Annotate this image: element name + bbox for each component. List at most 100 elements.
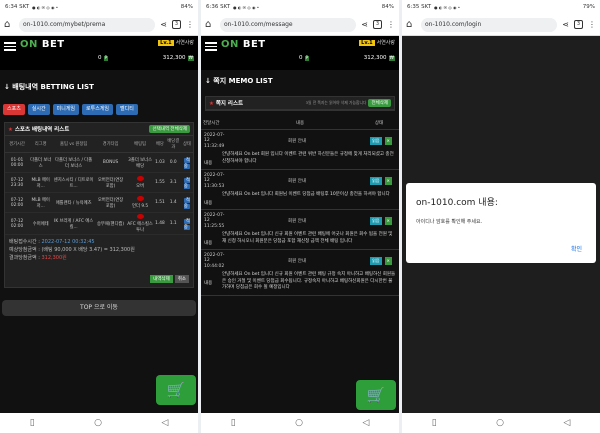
home-icon[interactable]: ⌂ xyxy=(4,19,14,30)
more-menu-icon[interactable]: ⋮ xyxy=(588,20,596,29)
browser-toolbar: ⌂ on-1010.com/login ⋖ 3 ⋮ xyxy=(402,14,600,36)
points-value: 0P xyxy=(299,55,310,61)
scroll-top-button[interactable]: TOP 으로 이동 xyxy=(2,300,196,316)
status-badge[interactable]: 적중 xyxy=(183,157,190,169)
back-icon[interactable]: ◁ xyxy=(362,418,369,428)
memo-title[interactable]: 회원 안내 xyxy=(228,138,366,144)
tabs-icon[interactable]: 3 xyxy=(373,20,382,29)
site-header: ON BET Lv.1 서연사랑 0P 312,300 ₩ xyxy=(0,36,198,70)
delete-history-button[interactable]: 내역삭제 xyxy=(150,275,173,283)
cancel-button[interactable]: 취소 xyxy=(174,275,189,283)
cart-icon[interactable]: 🛒 xyxy=(156,375,196,405)
tab-live[interactable]: 실시간 xyxy=(27,104,50,115)
status-icons: ● ◐ ✉ ◎ ◉ • xyxy=(233,4,260,10)
column-header: 배당결과 xyxy=(165,136,181,153)
status-badge[interactable]: 적중 xyxy=(183,197,190,209)
battery-level: 79% xyxy=(582,4,595,10)
tab-lotus[interactable]: 로투스게임 xyxy=(82,104,114,115)
memo-body-label: 내용 xyxy=(204,201,213,206)
dialog-title: on-1010.com 내용: xyxy=(416,198,498,208)
memo-item[interactable]: 2022-07-12 11:30:53 회원 안내 읽음 ✕ 내용 안녕하세요 On be… xyxy=(201,170,399,210)
memo-item[interactable]: 2022-07-12 10:44:02 회원 안내 읽음 ✕ 내용 안녕하세요 On be… xyxy=(201,250,399,296)
tab-other[interactable]: 벨디티 xyxy=(116,104,138,115)
back-icon[interactable]: ◁ xyxy=(563,418,570,428)
recent-apps-icon[interactable]: ▯ xyxy=(231,418,236,428)
site-logo[interactable]: ON BET xyxy=(20,39,65,50)
bet-summary: 배팅접수시간 : 2022-07-12 00:32:45 예상당첨금액 : (배… xyxy=(9,239,135,261)
cell-teams: 센지스시티 / 디트로이트... xyxy=(52,172,95,193)
memo-title[interactable]: 회원 안내 xyxy=(228,178,366,184)
column-header: 배팅팀 xyxy=(126,136,155,153)
tabs-icon[interactable]: 3 xyxy=(574,20,583,29)
star-icon: ★ xyxy=(8,127,13,133)
cell-status: 적중 xyxy=(180,172,193,193)
tab-sports[interactable]: 스포츠 xyxy=(3,104,25,115)
game-tabs: 스포츠 실시간 미니게임 로투스게임 벨디티 xyxy=(0,104,198,115)
table-row: 01-01 00:00 다폴더 보너스 다폴더 보너스 / 다폴더 보너스 BO… xyxy=(5,152,193,173)
tabs-icon[interactable]: 3 xyxy=(172,20,181,29)
memo-body: 안녕하세요 On bet 입니다 신규 회원 이벤트 관련 배팅에 어긋나 회원… xyxy=(222,232,393,244)
memo-title[interactable]: 회원 안내 xyxy=(228,258,366,264)
hamburger-menu-icon[interactable] xyxy=(4,42,16,53)
memo-body: 안녕하세요 On bet 입니다 신규 회원 이벤트 관련 배팅 규정 숙지 아… xyxy=(222,272,396,290)
cell-pick: 오버 xyxy=(126,172,155,193)
hamburger-menu-icon[interactable] xyxy=(205,42,217,53)
address-bar[interactable]: on-1010.com/message xyxy=(220,17,357,32)
home-circle-icon[interactable]: ○ xyxy=(295,418,303,428)
delete-icon[interactable]: ✕ xyxy=(384,137,392,145)
delete-icon[interactable]: ✕ xyxy=(384,257,392,265)
alert-dialog: on-1010.com 내용: 아이디나 암호를 확인해 주세요. 확인 xyxy=(406,183,596,263)
delete-all-button[interactable]: 전체삭제 xyxy=(368,99,391,107)
cell-odd: 1.55 xyxy=(154,172,166,193)
cell-pick: 3폴더 보너스배당 xyxy=(126,152,155,173)
memo-item[interactable]: 2022-07-12 11:32:49 회원 안내 읽음 ✕ 내용 안녕하세요 On be… xyxy=(201,130,399,170)
more-menu-icon[interactable]: ⋮ xyxy=(186,20,194,29)
home-icon[interactable]: ⌂ xyxy=(205,19,215,30)
memo-date: 2022-07-12 11:32:49 xyxy=(204,132,225,149)
status-bar: 6:36 SKT ● ◐ ✉ ◎ ◉ • 84% xyxy=(201,0,399,14)
android-nav-bar: ▯ ○ ◁ xyxy=(0,413,198,433)
status-badge[interactable]: 적중 xyxy=(183,177,190,189)
cell-result: 3.1 xyxy=(165,172,181,193)
status-badge[interactable]: 적중 xyxy=(183,218,190,230)
status-time: 6:34 SKT xyxy=(5,4,30,10)
home-circle-icon[interactable]: ○ xyxy=(496,418,504,428)
pick-marker-icon xyxy=(136,214,144,219)
cell-type: 오버언더(연장포함) xyxy=(94,192,127,213)
ok-button[interactable]: 확인 xyxy=(571,244,582,253)
back-icon[interactable]: ◁ xyxy=(161,418,168,428)
column-header: 상태 xyxy=(180,136,193,153)
memo-date: 2022-07-12 11:30:53 xyxy=(204,172,225,189)
more-menu-icon[interactable]: ⋮ xyxy=(387,20,395,29)
cart-icon[interactable]: 🛒 xyxy=(356,380,396,410)
site-logo[interactable]: ON BET xyxy=(221,39,266,50)
share-icon[interactable]: ⋖ xyxy=(361,20,368,29)
cell-type: 오버언더(연장포함) xyxy=(94,172,127,193)
memo-body: 안녕하세요 On bet 입니다 회원님 이벤트 당첨금 배팅후 10분이상 충… xyxy=(222,192,390,197)
address-bar[interactable]: on-1010.com/mybet/prema xyxy=(19,17,156,32)
recent-apps-icon[interactable]: ▯ xyxy=(432,418,437,428)
address-bar[interactable]: on-1010.com/login xyxy=(421,17,558,32)
memo-title[interactable]: 회원 안내 xyxy=(228,218,366,224)
dialog-message: 아이디나 암호를 확인해 주세요. xyxy=(416,219,483,225)
bet-list-box: ★ 스포츠 배팅내역 리스트 선택내역 전체삭제 경기시간 리그명 홈팀 vs … xyxy=(4,122,194,288)
status-time: 6:35 SKT xyxy=(407,4,432,10)
browser-toolbar: ⌂ on-1010.com/mybet/prema ⋖ 3 ⋮ xyxy=(0,14,198,36)
delete-icon[interactable]: ✕ xyxy=(384,217,392,225)
memo-table-header: 전달시간 내용 상태 xyxy=(201,117,399,130)
recent-apps-icon[interactable]: ▯ xyxy=(30,418,35,428)
column-header: 상태 xyxy=(359,117,399,130)
home-icon[interactable]: ⌂ xyxy=(406,19,416,30)
delete-icon[interactable]: ✕ xyxy=(384,177,392,185)
cell-league: 수퍼에테 xyxy=(29,212,53,235)
share-icon[interactable]: ⋖ xyxy=(562,20,569,29)
share-icon[interactable]: ⋖ xyxy=(160,20,167,29)
home-circle-icon[interactable]: ○ xyxy=(94,418,102,428)
delete-all-button[interactable]: 선택내역 전체삭제 xyxy=(149,125,190,133)
memo-list-screen: 6:36 SKT ● ◐ ✉ ◎ ◉ • 84% ⌂ on-1010.com/m… xyxy=(201,0,399,433)
points-value: 0P xyxy=(98,55,109,61)
pick-marker-icon xyxy=(136,176,144,181)
column-header: 리그명 xyxy=(29,136,53,153)
tab-minigame[interactable]: 미니게임 xyxy=(52,104,80,115)
memo-item[interactable]: 2022-07-12 11:25:55 회원 안내 읽음 ✕ 내용 안녕하세요 On be… xyxy=(201,210,399,250)
